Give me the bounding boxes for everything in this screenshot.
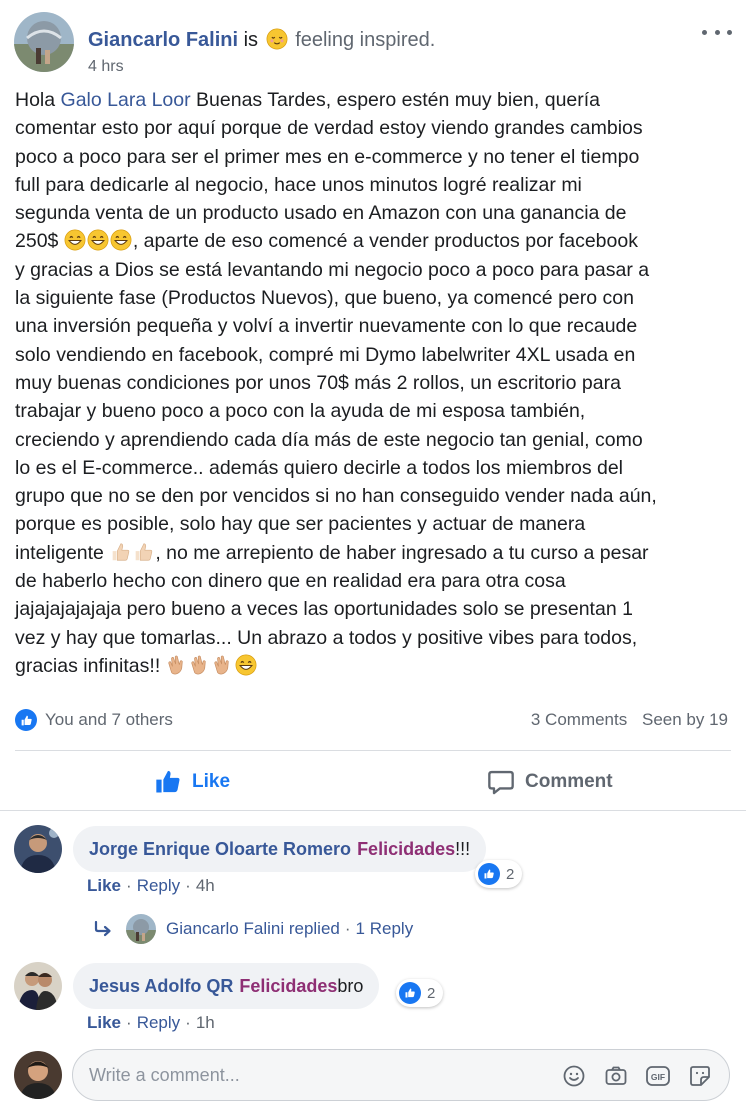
post-line: gracias infinitas!! bbox=[15, 654, 166, 677]
reaction-count: 2 bbox=[506, 865, 515, 883]
thumbs-up-icon bbox=[132, 541, 154, 563]
comment-author[interactable]: Jorge Enrique Oloarte Romero bbox=[89, 839, 351, 860]
seen-by-count[interactable]: Seen by 19 bbox=[642, 710, 728, 729]
mention-link[interactable]: Galo Lara Loor bbox=[61, 89, 191, 111]
emoji-icon[interactable] bbox=[561, 1063, 587, 1089]
comment-highlight-word[interactable]: Felicidades bbox=[357, 839, 455, 860]
post-line: Buenas Tardes, espero estén muy bien, qu… bbox=[190, 89, 601, 111]
grinning-face-icon bbox=[64, 229, 86, 251]
post-line: comentar esto por aquí porque de verdad … bbox=[15, 117, 643, 140]
post-line: lo es el E-commerce.. además quiero deci… bbox=[15, 456, 624, 479]
author-avatar[interactable] bbox=[14, 12, 74, 72]
reply-summary-text: Giancarlo Falini replied bbox=[166, 919, 340, 938]
thumbs-up-icon bbox=[109, 541, 131, 563]
comment-highlight-word[interactable]: Felicidades bbox=[239, 976, 337, 997]
post-timestamp[interactable]: 4 hrs bbox=[88, 58, 124, 76]
post-line: Hola bbox=[15, 89, 61, 111]
divider bbox=[15, 750, 731, 751]
is-text: is bbox=[243, 29, 259, 51]
post-line: creciendo y aprendiendo cada día más de … bbox=[15, 428, 643, 451]
comment-reply-link[interactable]: Reply bbox=[137, 876, 180, 895]
clapping-hands-icon bbox=[212, 654, 234, 676]
comment-reaction-count[interactable]: 2 bbox=[475, 860, 523, 888]
grinning-face-icon bbox=[87, 229, 109, 251]
post-line: jajajajajajaja pero bueno a veces las op… bbox=[15, 598, 633, 621]
like-reaction-icon[interactable] bbox=[15, 709, 37, 731]
view-replies-link[interactable]: Giancarlo Falini replied · 1 Reply bbox=[94, 914, 413, 944]
post-line: inteligente bbox=[15, 541, 110, 564]
post-line: vez y hay que tomarlas... Un abrazo a to… bbox=[15, 626, 638, 649]
comment-input[interactable] bbox=[89, 1050, 549, 1100]
comment-bubble: Jesus Adolfo QR Felicidades bro bbox=[73, 963, 380, 1009]
comment-bubble: Jorge Enrique Oloarte Romero Felicidades… bbox=[73, 826, 487, 872]
post-line: trabajar y bueno poco a poco con la ayud… bbox=[15, 400, 586, 423]
clapping-hands-icon bbox=[166, 654, 188, 676]
post-line: 250$ bbox=[15, 230, 64, 253]
reply-count: 1 Reply bbox=[355, 919, 414, 938]
camera-icon[interactable] bbox=[603, 1063, 629, 1089]
relieved-face-icon bbox=[266, 28, 288, 56]
svg-text:GIF: GIF bbox=[651, 1072, 665, 1082]
thumbs-up-icon bbox=[156, 770, 180, 793]
comment-time[interactable]: 1h bbox=[196, 1013, 215, 1032]
commenter-avatar[interactable] bbox=[14, 825, 62, 873]
like-button[interactable]: Like bbox=[154, 766, 230, 798]
post-line: full para dedicarle al negocio, hace uno… bbox=[15, 173, 582, 196]
post-line: porque es posible, solo hay que ser paci… bbox=[15, 513, 586, 536]
post-stats: You and 7 others 3 Comments Seen by 19 bbox=[15, 706, 731, 734]
current-user-avatar bbox=[14, 1051, 62, 1099]
post-line: de haberlo hecho con dinero que en reali… bbox=[15, 570, 566, 593]
comments-count[interactable]: 3 Comments bbox=[531, 710, 627, 729]
more-options-icon[interactable] bbox=[702, 22, 732, 42]
feeling-text: feeling inspired. bbox=[295, 29, 436, 51]
likes-summary[interactable]: You and 7 others bbox=[45, 710, 173, 730]
commenter-avatar[interactable] bbox=[14, 962, 62, 1010]
comment-like-link[interactable]: Like bbox=[87, 876, 121, 895]
comment-text: bro bbox=[337, 975, 364, 996]
comment-actions: Like · Reply · 1h bbox=[87, 1013, 215, 1032]
post-header: Giancarlo Falini is feeling inspired. 4 … bbox=[14, 12, 732, 75]
comment-author[interactable]: Jesus Adolfo QR bbox=[89, 976, 233, 997]
post-line: grupo que no se den por vencidos si no h… bbox=[15, 485, 657, 508]
post-line: y gracias a Dios se está levantando mi n… bbox=[15, 258, 650, 281]
post-author-name[interactable]: Giancarlo Falini bbox=[88, 29, 238, 51]
post-line: solo vendiendo en facebook, compré mi Dy… bbox=[15, 343, 636, 366]
comment-time[interactable]: 4h bbox=[196, 876, 215, 895]
like-reaction-icon bbox=[478, 863, 500, 885]
reply-arrow-icon bbox=[94, 921, 111, 937]
post-body: Hola Galo Lara Loor Buenas Tardes, esper… bbox=[15, 86, 731, 680]
comment-reply-link[interactable]: Reply bbox=[137, 1013, 180, 1032]
reply-author-avatar bbox=[126, 914, 156, 944]
speech-bubble-icon bbox=[488, 770, 514, 795]
clapping-hands-icon bbox=[189, 654, 211, 676]
gif-icon[interactable]: GIF bbox=[645, 1063, 671, 1089]
divider bbox=[0, 810, 746, 811]
comment-composer: GIF bbox=[72, 1049, 730, 1101]
post-line: segunda venta de un producto usado en Am… bbox=[15, 202, 627, 225]
comment-button[interactable]: Comment bbox=[487, 766, 613, 798]
like-button-label: Like bbox=[192, 771, 231, 792]
post-line: una inversión pequeña y volví a invertir… bbox=[15, 315, 638, 338]
post-line: poco a poco para ser el primer mes en e-… bbox=[15, 145, 640, 168]
post-line: muy buenas condiciones por unos 70$ más … bbox=[15, 371, 621, 394]
reaction-count: 2 bbox=[427, 984, 436, 1002]
comment-button-label: Comment bbox=[525, 771, 613, 792]
sticker-icon[interactable] bbox=[687, 1063, 713, 1089]
comment-like-link[interactable]: Like bbox=[87, 1013, 121, 1032]
post-line: , no me arrepiento de haber ingresado a … bbox=[155, 541, 649, 564]
comment-reaction-count[interactable]: 2 bbox=[396, 979, 444, 1007]
like-reaction-icon bbox=[399, 982, 421, 1004]
comment-actions: Like · Reply · 4h bbox=[87, 876, 215, 895]
grinning-face-icon bbox=[110, 229, 132, 251]
grinning-face-icon bbox=[235, 654, 257, 676]
comment-text: !!! bbox=[455, 838, 471, 859]
post-line: , aparte de eso comencé a vender product… bbox=[132, 230, 638, 253]
post-line: la siguiente fase (Productos Nuevos), qu… bbox=[15, 287, 634, 310]
